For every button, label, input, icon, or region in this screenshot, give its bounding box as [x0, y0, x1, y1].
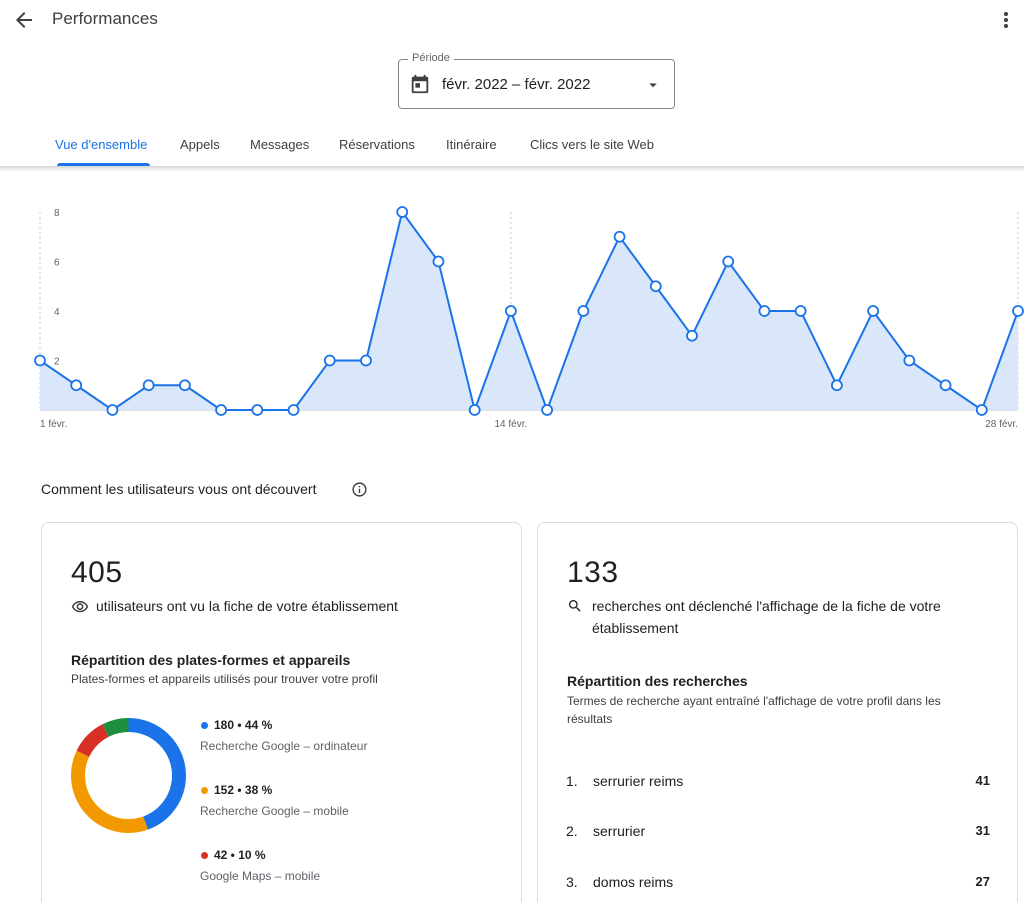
search-term-count: 27	[975, 874, 990, 889]
calendar-icon	[409, 73, 431, 95]
search-term-row[interactable]: 2. serrurier 31	[566, 823, 990, 845]
views-description: utilisateurs ont vu la fiche de votre ét…	[96, 598, 398, 614]
chart-data-point	[504, 305, 517, 317]
legend-label: Recherche Google – mobile	[200, 804, 349, 818]
search-term-text: serrurier reims	[593, 773, 684, 789]
search-term-rank: 1.	[566, 773, 578, 789]
search-term-row[interactable]: 1. serrurier reims 41	[566, 773, 990, 795]
chart-data-point	[830, 379, 843, 392]
platform-donut-chart	[71, 718, 186, 833]
chart-data-point	[34, 354, 46, 367]
period-select[interactable]: Période févr. 2022 – févr. 2022	[398, 52, 675, 109]
y-tick-label: 8	[54, 208, 60, 219]
chart-data-point	[794, 305, 807, 317]
chart-data-point	[178, 379, 191, 392]
search-term-text: domos reims	[593, 874, 674, 890]
chart-data-point	[468, 404, 481, 416]
chart-data-point	[106, 404, 119, 416]
legend-item-desktop: 180 • 44 % Recherche Google – ordinateur	[200, 718, 460, 762]
discovery-section-title: Comment les utilisateurs vous ont découv…	[41, 481, 317, 497]
chart-data-point	[903, 354, 916, 367]
legend-value: 42 • 10 %	[214, 848, 266, 862]
eye-icon	[71, 598, 89, 616]
chart-data-point	[722, 255, 735, 268]
page-title: Performances	[52, 9, 158, 28]
tab-calls[interactable]: Appels	[180, 137, 220, 152]
y-tick-label: 4	[54, 307, 60, 318]
tab-bookings[interactable]: Réservations	[339, 137, 415, 152]
search-breakdown-desc-line1: Termes de recherche ayant entraîné l'aff…	[567, 694, 941, 708]
x-tick-label: 1 févr.	[40, 419, 67, 430]
tab-overview[interactable]: Vue d'ensemble	[55, 137, 147, 152]
chart-data-point	[1012, 305, 1024, 317]
arrow-back-icon[interactable]	[12, 8, 36, 32]
x-tick-label: 28 févr.	[985, 419, 1018, 430]
chart-data-point	[323, 354, 336, 367]
chart-data-point	[686, 329, 698, 342]
chart-data-point	[758, 305, 771, 317]
chart-data-point	[215, 404, 228, 416]
search-term-row[interactable]: 3. domos reims 27	[566, 874, 990, 896]
chart-data-point	[70, 379, 83, 392]
y-tick-label: 6	[54, 258, 60, 269]
searches-description-line1: recherches ont déclenché l'affichage de …	[592, 598, 941, 614]
tab-website-clicks[interactable]: Clics vers le site Web	[530, 137, 654, 152]
search-term-text: serrurier	[593, 823, 646, 839]
chart-data-point	[613, 230, 626, 243]
chart-data-point	[251, 404, 264, 416]
tab-messages[interactable]: Messages	[250, 137, 309, 152]
search-term-count: 31	[975, 823, 990, 838]
search-term-rank: 3.	[566, 874, 578, 890]
chart-data-point	[541, 404, 554, 416]
legend-item-mobile: 152 • 38 % Recherche Google – mobile	[200, 783, 460, 827]
tab-directions[interactable]: Itinéraire	[446, 137, 497, 152]
period-label: Période	[408, 52, 454, 64]
legend-dot	[201, 787, 208, 794]
chart-data-point	[939, 379, 952, 392]
chart-data-point	[142, 379, 155, 392]
legend-label: Google Maps – mobile	[200, 869, 321, 883]
performance-chart: 2 4 6 8 1 févr. 14 févr. 28 févr.	[0, 172, 1024, 437]
search-breakdown-title: Répartition des recherches	[567, 673, 748, 689]
searches-description-line2: établissement	[592, 620, 679, 636]
period-value: févr. 2022 – févr. 2022	[442, 76, 591, 93]
chart-data-point	[360, 354, 372, 367]
platform-breakdown-desc: Plates-formes et appareils utilisés pour…	[71, 672, 378, 686]
app-header: Performances	[0, 0, 1024, 40]
platform-breakdown-title: Répartition des plates-formes et apparei…	[71, 652, 351, 668]
legend-value: 152 • 38 %	[214, 783, 273, 797]
y-tick-label: 2	[54, 357, 60, 368]
search-breakdown-desc-line2: résultats	[567, 712, 613, 726]
info-icon[interactable]	[351, 481, 368, 498]
searches-card: 133 recherches ont déclenché l'affichage…	[537, 522, 1018, 902]
tab-bar: Vue d'ensemble Appels Messages Réservati…	[0, 126, 1024, 166]
more-vert-icon[interactable]	[994, 8, 1018, 32]
profile-views-card: 405 utilisateurs ont vu la fiche de votr…	[41, 522, 522, 902]
legend-dot	[201, 852, 208, 859]
chart-svg: 2 4 6 8 1 févr. 14 févr. 28 févr.	[34, 206, 1024, 430]
searches-count: 133	[567, 556, 619, 589]
search-term-rank: 2.	[566, 823, 578, 839]
chart-data-point	[867, 305, 880, 317]
legend-dot	[201, 722, 208, 729]
search-term-count: 41	[975, 773, 990, 788]
chart-data-point	[649, 280, 662, 293]
views-count: 405	[71, 556, 123, 589]
chart-data-point	[396, 206, 409, 218]
caret-down-icon	[644, 76, 662, 94]
chart-data-point	[287, 404, 300, 416]
search-icon	[567, 598, 585, 616]
chart-data-point	[577, 305, 590, 317]
legend-value: 180 • 44 %	[214, 718, 273, 732]
chart-data-point	[432, 255, 445, 268]
legend-label: Recherche Google – ordinateur	[200, 739, 368, 753]
chart-data-point	[975, 404, 988, 416]
legend-item-maps: 42 • 10 % Google Maps – mobile	[200, 848, 460, 892]
x-tick-label: 14 févr.	[494, 419, 527, 430]
